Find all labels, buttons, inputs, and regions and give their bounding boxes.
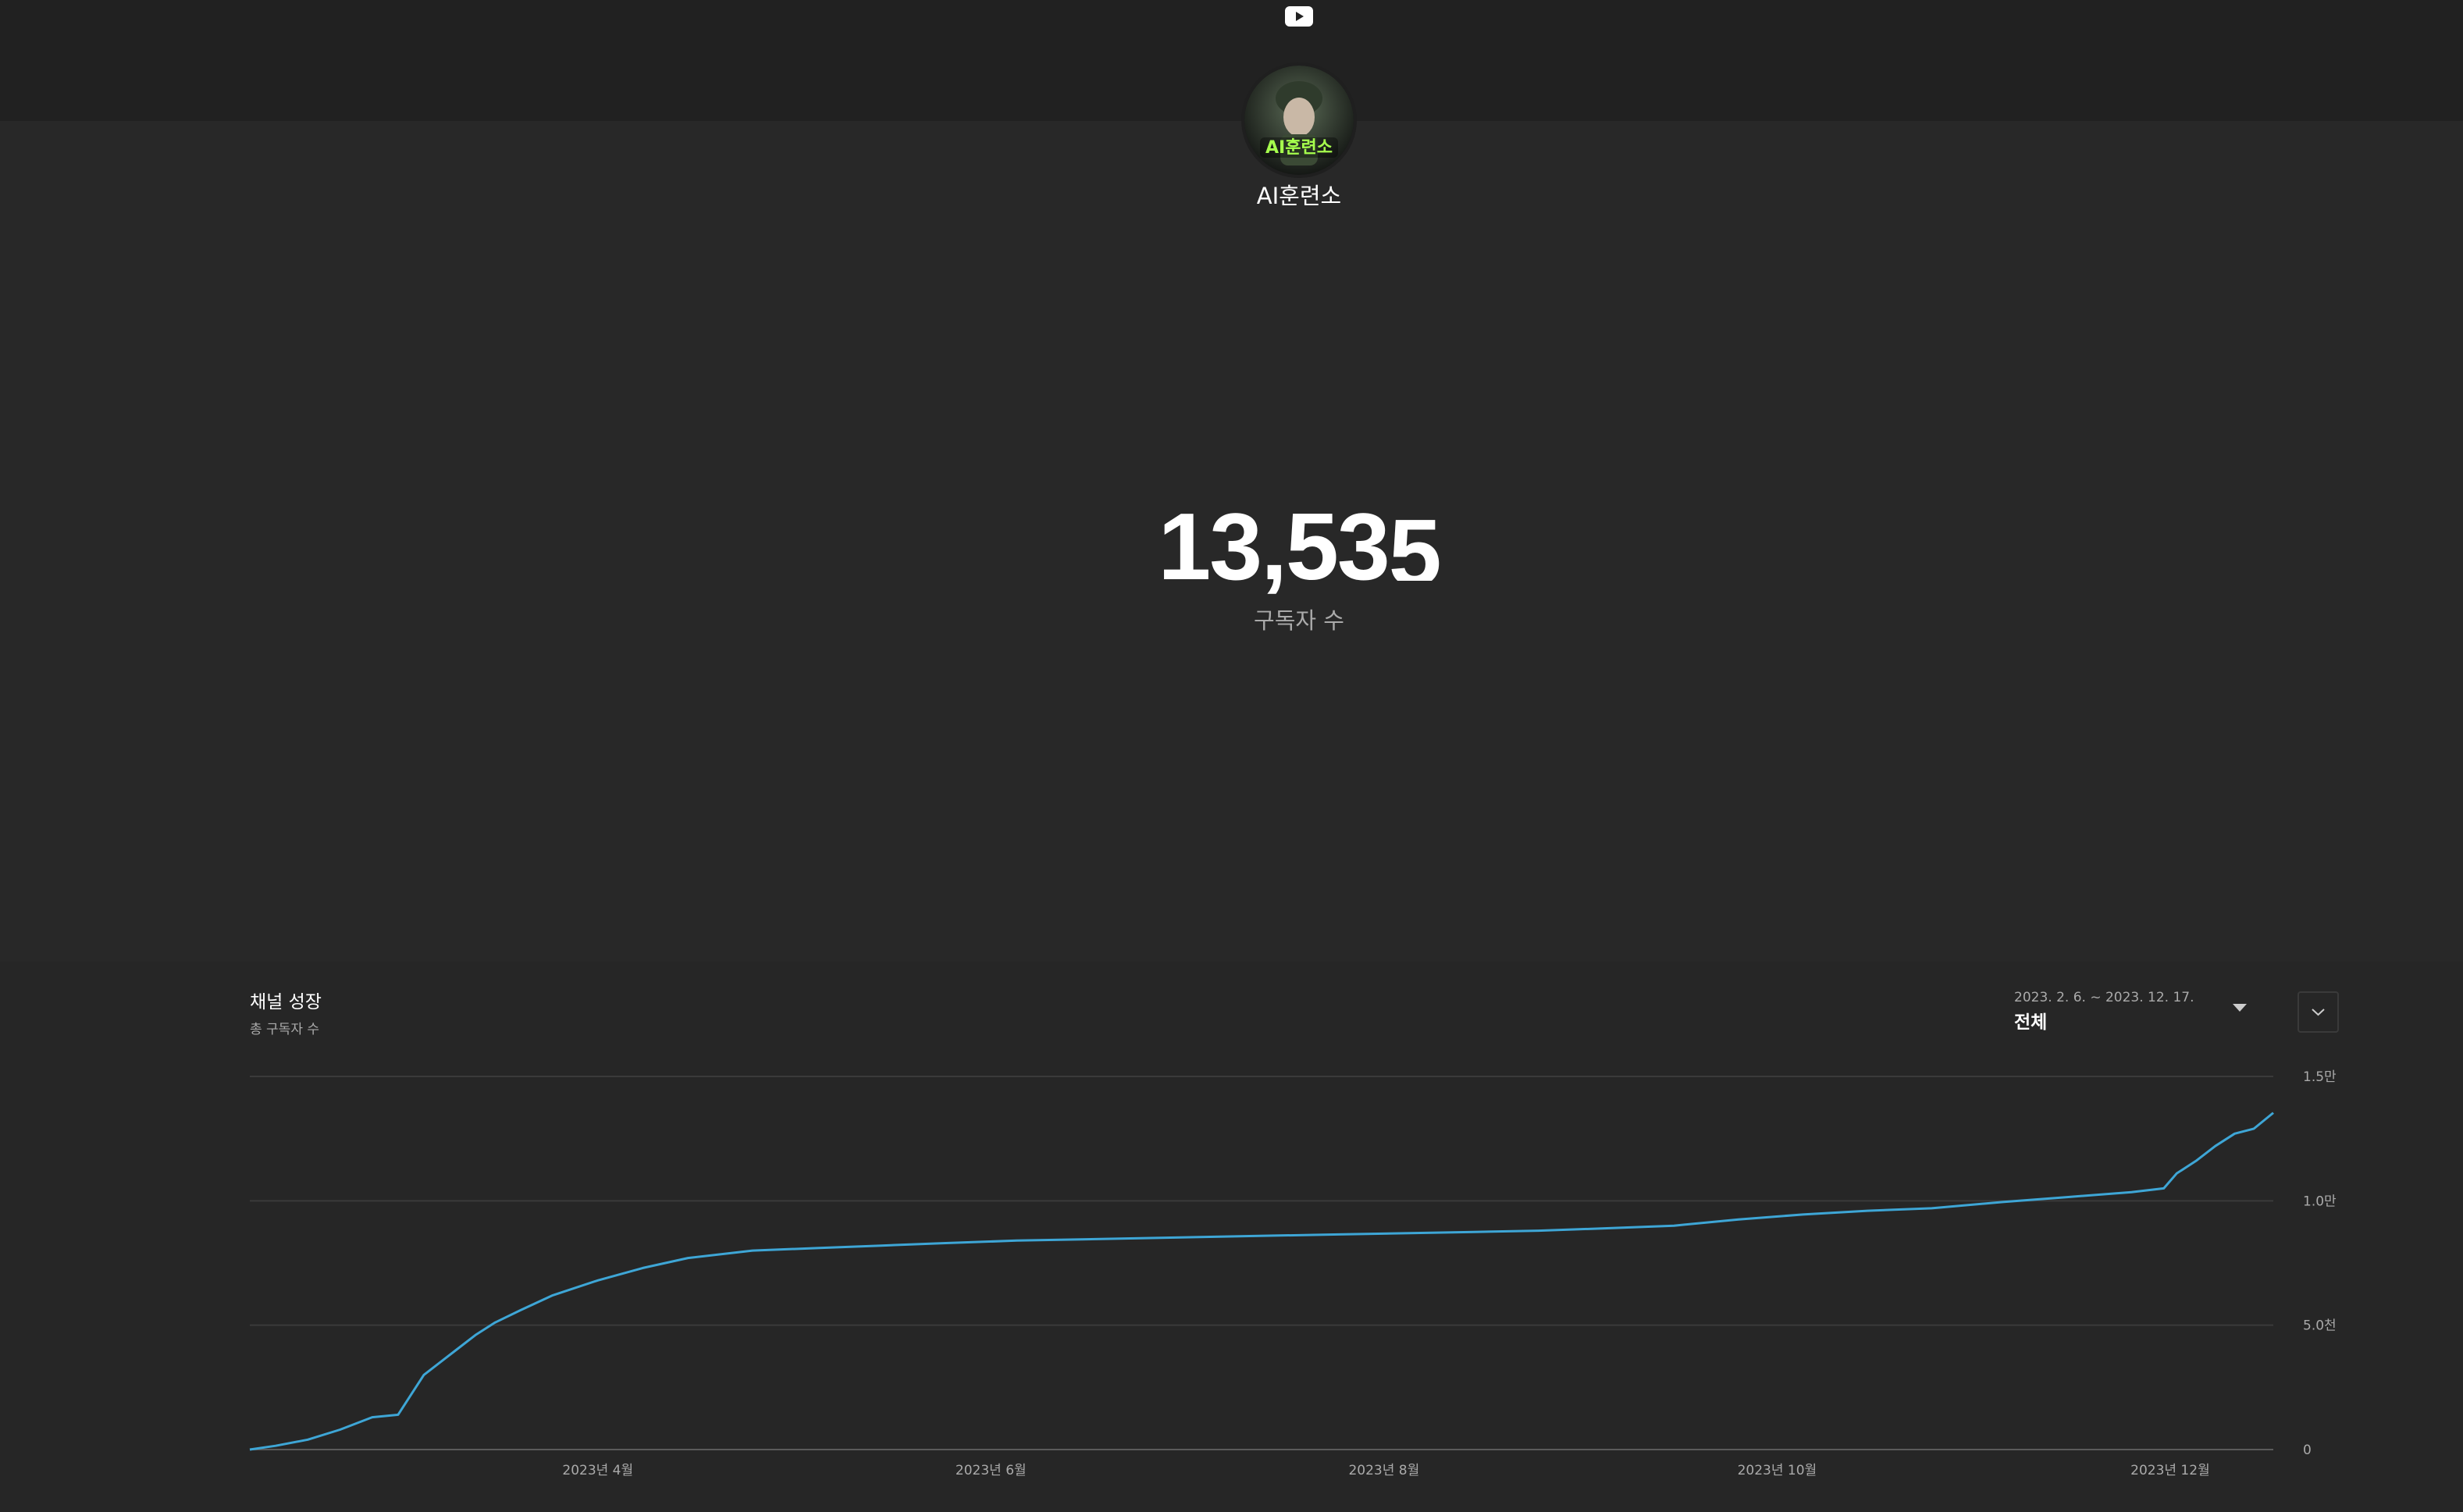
x-tick-label: 2023년 8월 [1348,1463,1419,1478]
y-tick-label: 0 [2303,1443,2312,1458]
y-tick-label: 1.5만 [2303,1069,2337,1085]
subscriber-growth-chart: 0 5.0천 1.0만 1.5만 2023년 4월 2023년 6월 2023년 8월 20… [249,1069,2337,1478]
x-tick-label: 2023년 4월 [562,1463,633,1478]
x-tick-label: 2023년 10월 [1738,1463,1817,1478]
x-tick-label: 2023년 12월 [2130,1463,2210,1478]
subscriber-series-line[interactable] [249,1112,2274,1451]
y-tick-label: 1.0만 [2303,1194,2337,1209]
x-tick-label: 2023년 6월 [956,1463,1027,1478]
y-tick-label: 5.0천 [2303,1318,2337,1334]
